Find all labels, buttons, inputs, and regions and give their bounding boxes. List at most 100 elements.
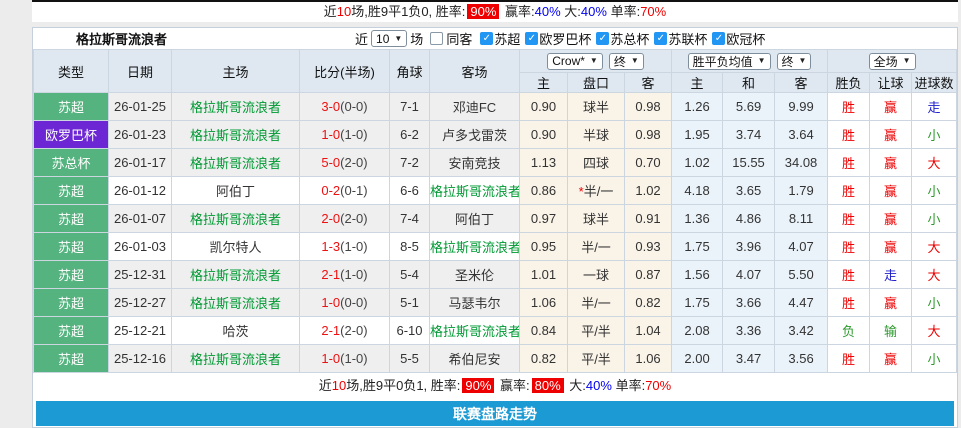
home-team-cell[interactable]: 哈茨 xyxy=(171,316,300,345)
handicap-line-cell: 半球 xyxy=(567,120,625,149)
handicap-result-cell: 赢 xyxy=(869,148,913,177)
league-label: 苏联杯 xyxy=(668,32,708,47)
avg-away-odds-cell: 3.56 xyxy=(774,344,829,373)
handicap-home-odds-cell: 1.13 xyxy=(519,148,568,177)
handicap-result-cell: 输 xyxy=(869,316,913,345)
corner-cell: 5-5 xyxy=(389,344,430,373)
away-team-cell[interactable]: 希伯尼安 xyxy=(429,344,520,373)
league-checkbox-5[interactable]: ✓ xyxy=(712,32,726,45)
away-team-cell[interactable]: 马瑟韦尔 xyxy=(429,288,520,317)
bookmaker-select[interactable]: Crow* ▼ xyxy=(547,52,603,70)
score-cell: 1-3(1-0) xyxy=(299,232,390,261)
result-cell: 负 xyxy=(827,316,871,345)
league-type-cell: 苏总杯 xyxy=(33,148,109,177)
home-team-cell[interactable]: 格拉斯哥流浪者 xyxy=(171,148,300,177)
stats-segment: 大: xyxy=(565,378,586,393)
games-label: 场 xyxy=(410,32,424,47)
handicap-away-odds-cell: 0.98 xyxy=(623,92,673,121)
away-team-cell[interactable]: 格拉斯哥流浪者 xyxy=(429,232,520,261)
league-checkbox-1[interactable]: ✓ xyxy=(480,32,494,45)
league-checkbox-4[interactable]: ✓ xyxy=(654,32,668,45)
result-cell: 胜 xyxy=(827,176,871,205)
chevron-down-icon: ▼ xyxy=(798,56,807,65)
match-row: 苏超 25-12-21 哈茨 2-1(2-0) 6-10 格拉斯哥流浪者 0.84 平/半 1.… xyxy=(33,316,958,345)
avg-draw-odds-cell: 3.74 xyxy=(722,120,776,149)
column-header-score: 比分(半场) xyxy=(299,49,390,93)
away-team-cell[interactable]: 格拉斯哥流浪者 xyxy=(429,176,520,205)
goals-result-cell: 走 xyxy=(911,92,958,121)
avg-home-odds-cell: 4.18 xyxy=(671,176,724,205)
league-type-cell: 苏超 xyxy=(33,204,109,233)
period-select[interactable]: 全场 ▼ xyxy=(868,52,916,70)
home-team-cell[interactable]: 格拉斯哥流浪者 xyxy=(171,288,300,317)
stats-segment: 70% xyxy=(645,378,672,393)
handicap-home-odds-cell: 0.90 xyxy=(519,120,568,149)
corner-cell: 7-1 xyxy=(389,92,430,121)
league-checkbox-3[interactable]: ✓ xyxy=(596,32,610,45)
match-row: 苏超 25-12-31 格拉斯哥流浪者 2-1(1-0) 5-4 圣米伦 1.01 一球 0.8… xyxy=(33,260,958,289)
home-team-cell[interactable]: 格拉斯哥流浪者 xyxy=(171,204,300,233)
home-team-cell[interactable]: 格拉斯哥流浪者 xyxy=(171,92,300,121)
stats-segment: 大: xyxy=(560,4,581,19)
select-value: 10 xyxy=(376,31,390,46)
team-name: 格拉斯哥流浪者 xyxy=(76,32,168,47)
away-team-cell[interactable]: 卢多戈雷茨 xyxy=(429,120,520,149)
avg-draw-odds-cell: 3.96 xyxy=(722,232,776,261)
home-team-cell[interactable]: 阿伯丁 xyxy=(171,176,300,205)
match-count-select[interactable]: 10 ▼ xyxy=(371,30,408,47)
corner-cell: 8-5 xyxy=(389,232,430,261)
handicap-away-odds-cell: 0.91 xyxy=(623,204,673,233)
handicap-line-cell: 平/半 xyxy=(567,344,625,373)
select-value: 终 xyxy=(613,54,626,69)
league-label: 苏总杯 xyxy=(610,32,650,47)
avg-odds-select[interactable]: 胜平负均值 ▼ xyxy=(687,52,771,70)
league-label: 欧冠杯 xyxy=(726,32,766,47)
home-team-cell[interactable]: 格拉斯哥流浪者 xyxy=(171,344,300,373)
matches-table: 类型 日期 主场 比分(半场) 角球 客场 Crow* ▼ 终 ▼ 胜平负均值 … xyxy=(33,49,958,373)
match-row: 苏超 26-01-25 格拉斯哥流浪者 3-0(0-0) 7-1 邓迪FC 0.90 球半 0.… xyxy=(33,92,958,121)
select-value: 胜平负均值 xyxy=(692,54,753,69)
handicap-line-cell: 四球 xyxy=(567,148,625,177)
home-team-cell[interactable]: 凯尔特人 xyxy=(171,232,300,261)
score-cell: 2-1(1-0) xyxy=(299,260,390,289)
handicap-result-cell: 赢 xyxy=(869,92,913,121)
league-checkbox-2[interactable]: ✓ xyxy=(525,32,539,45)
team-history-panel: 格拉斯哥流浪者 近 10 ▼ 场 同客 ✓ 苏超 ✓ 欧罗巴杯 ✓ 苏总杯 ✓ 苏联杯 ✓ 欧冠杯 xyxy=(32,27,958,428)
handicap-line-cell: *半/一 xyxy=(567,176,625,205)
away-team-cell[interactable]: 圣米伦 xyxy=(429,260,520,289)
score-cell: 3-0(0-0) xyxy=(299,92,390,121)
avg-away-odds-cell: 8.11 xyxy=(774,204,829,233)
away-team-cell[interactable]: 邓迪FC xyxy=(429,92,520,121)
goals-result-cell: 小 xyxy=(911,176,958,205)
stats-segment: 80% xyxy=(531,378,564,393)
home-team-cell[interactable]: 格拉斯哥流浪者 xyxy=(171,120,300,149)
same-venue-checkbox[interactable] xyxy=(430,32,444,45)
handicap-result-cell: 赢 xyxy=(869,232,913,261)
home-team-cell[interactable]: 格拉斯哥流浪者 xyxy=(171,260,300,289)
stats-segment: 单率: xyxy=(606,4,641,19)
handicap-line-cell: 球半 xyxy=(567,204,625,233)
chevron-down-icon: ▼ xyxy=(902,56,911,65)
away-team-cell[interactable]: 阿伯丁 xyxy=(429,204,520,233)
result-cell: 胜 xyxy=(827,232,871,261)
date-cell: 26-01-07 xyxy=(108,204,172,233)
handicap-away-odds-cell: 0.93 xyxy=(623,232,673,261)
avg-time-select[interactable]: 终 ▼ xyxy=(776,52,812,70)
date-cell: 26-01-17 xyxy=(108,148,172,177)
handicap-result-cell: 赢 xyxy=(869,120,913,149)
handicap-time-select[interactable]: 终 ▼ xyxy=(608,52,644,70)
away-team-cell[interactable]: 格拉斯哥流浪者 xyxy=(429,316,520,345)
avg-draw-odds-cell: 5.69 xyxy=(722,92,776,121)
column-header-handicap-home: 主 xyxy=(519,72,568,93)
handicap-home-odds-cell: 0.84 xyxy=(519,316,568,345)
away-team-cell[interactable]: 安南竞技 xyxy=(429,148,520,177)
handicap-result-cell: 赢 xyxy=(869,344,913,373)
handicap-home-odds-cell: 1.06 xyxy=(519,288,568,317)
stats-segment: 10 xyxy=(331,378,347,393)
handicap-result-cell: 赢 xyxy=(869,176,913,205)
date-cell: 26-01-25 xyxy=(108,92,172,121)
score-cell: 1-0(1-0) xyxy=(299,344,390,373)
avg-home-odds-cell: 2.00 xyxy=(671,344,724,373)
league-label: 欧罗巴杯 xyxy=(539,32,592,47)
chevron-down-icon: ▼ xyxy=(630,56,639,65)
